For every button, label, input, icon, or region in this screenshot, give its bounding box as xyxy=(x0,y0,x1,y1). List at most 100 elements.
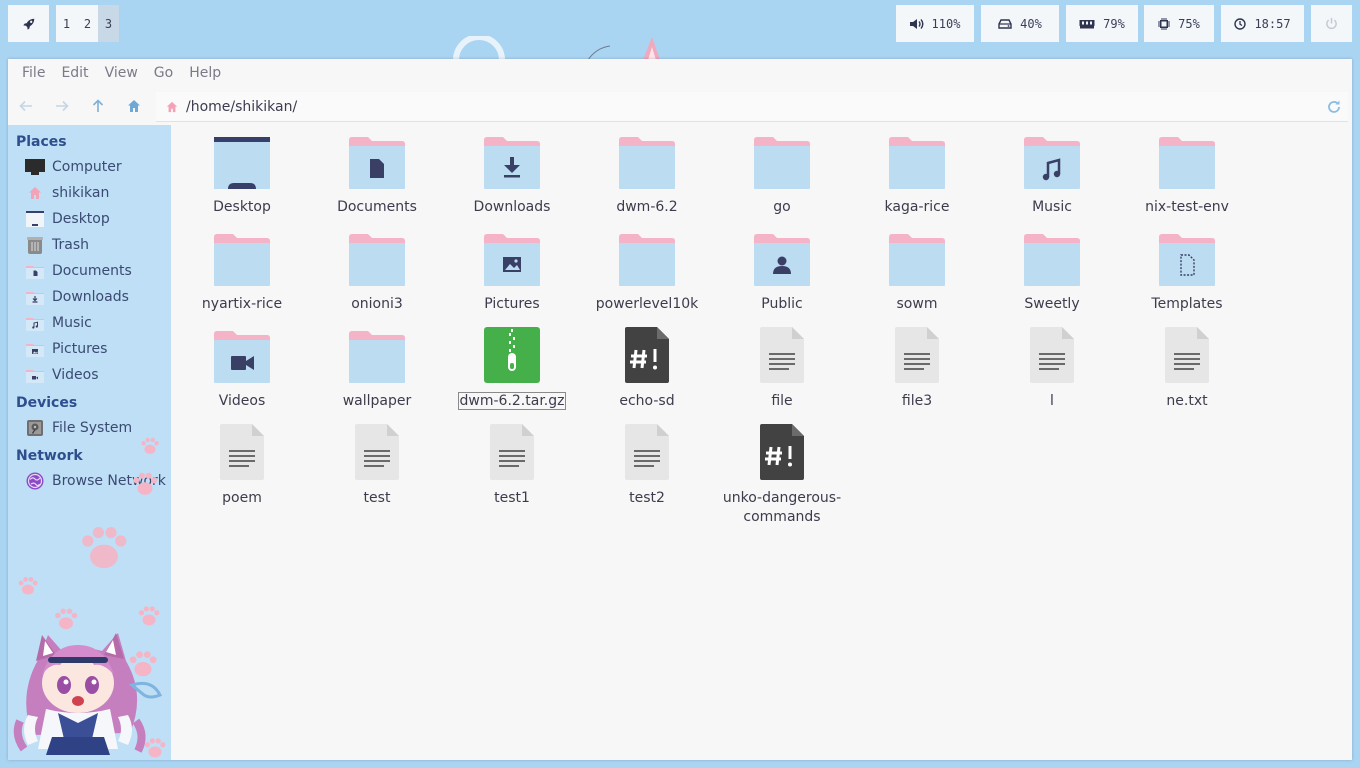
hard-drive-icon xyxy=(998,18,1012,29)
file-item[interactable]: echo-sd xyxy=(582,327,712,411)
public-folder-icon xyxy=(717,230,847,286)
file-item[interactable]: ne.txt xyxy=(1122,327,1252,411)
file-item[interactable]: Music xyxy=(987,133,1117,217)
workspace-2[interactable]: 2 xyxy=(77,5,98,42)
paw-print-decoration xyxy=(133,472,157,495)
clock-icon xyxy=(1234,17,1247,30)
file-name-text: dwm-6.2.tar.gz xyxy=(457,392,567,410)
file-item[interactable]: Public xyxy=(717,230,847,314)
file-name: file xyxy=(717,392,847,411)
file-name-text: Music xyxy=(1032,199,1072,215)
menu-help[interactable]: Help xyxy=(182,65,228,81)
file-item[interactable]: onioni3 xyxy=(312,230,442,314)
file-item[interactable]: file3 xyxy=(852,327,982,411)
power-icon xyxy=(1326,17,1337,30)
home-icon xyxy=(25,184,45,202)
file-name: go xyxy=(717,198,847,217)
sidebar-item-label: Music xyxy=(52,315,92,331)
sidebar-item-desktop[interactable]: Desktop xyxy=(8,206,171,232)
file-item[interactable]: Videos xyxy=(177,327,307,411)
documents-folder-icon xyxy=(25,262,45,280)
sidebar-item-pictures[interactable]: Pictures xyxy=(8,336,171,362)
folder-icon xyxy=(1122,133,1252,189)
sidebar-item-music[interactable]: Music xyxy=(8,310,171,336)
pictures-folder-icon xyxy=(447,230,577,286)
home-button[interactable] xyxy=(116,90,152,122)
up-button[interactable] xyxy=(80,90,116,122)
file-item[interactable]: file xyxy=(717,327,847,411)
file-name: Public xyxy=(717,295,847,314)
file-name: echo-sd xyxy=(582,392,712,411)
file-name: Documents xyxy=(312,198,442,217)
devices-header: Devices xyxy=(16,395,78,411)
cpu-indicator[interactable]: 75% xyxy=(1144,5,1214,42)
sidebar-item-trash[interactable]: Trash xyxy=(8,232,171,258)
refresh-icon[interactable] xyxy=(1326,99,1342,115)
menu-view[interactable]: View xyxy=(98,65,145,81)
file-item[interactable]: sowm xyxy=(852,230,982,314)
back-button[interactable] xyxy=(8,90,44,122)
file-item[interactable]: l xyxy=(987,327,1117,411)
file-item[interactable]: Desktop xyxy=(177,133,307,217)
cpu-value: 75% xyxy=(1178,16,1200,31)
file-name: test2 xyxy=(582,489,712,508)
file-name-text: dwm-6.2 xyxy=(616,199,678,215)
disk-indicator[interactable]: 40% xyxy=(981,5,1059,42)
file-name-text: echo-sd xyxy=(619,393,675,409)
file-item[interactable]: nyartix-rice xyxy=(177,230,307,314)
file-name-text: file3 xyxy=(901,393,933,409)
file-item[interactable]: Pictures xyxy=(447,230,577,314)
file-item[interactable]: unko-dangerous-commands xyxy=(717,424,847,527)
file-name: dwm-6.2 xyxy=(582,198,712,217)
file-name: Downloads xyxy=(447,198,577,217)
file-item[interactable]: kaga-rice xyxy=(852,133,982,217)
file-name-text: Videos xyxy=(218,393,266,409)
file-item[interactable]: Downloads xyxy=(447,133,577,217)
file-name-text: unko-dangerous-commands xyxy=(722,490,842,525)
file-item[interactable]: test1 xyxy=(447,424,577,508)
file-item[interactable]: Templates xyxy=(1122,230,1252,314)
music-folder-icon xyxy=(25,314,45,332)
menu-edit[interactable]: Edit xyxy=(54,65,95,81)
text-file-icon xyxy=(717,327,847,383)
location-bar[interactable]: /home/shikikan/ xyxy=(156,92,1348,122)
forward-button[interactable] xyxy=(44,90,80,122)
ram-indicator[interactable]: 79% xyxy=(1066,5,1138,42)
text-file-icon xyxy=(177,424,307,480)
file-item[interactable]: test xyxy=(312,424,442,508)
memory-icon xyxy=(1079,19,1095,28)
file-name-text: powerlevel10k xyxy=(595,296,699,312)
sidebar-item-computer[interactable]: Computer xyxy=(8,154,171,180)
file-name-text: Pictures xyxy=(484,296,540,312)
sidebar-item-downloads[interactable]: Downloads xyxy=(8,284,171,310)
sidebar-item-shikikan[interactable]: shikikan xyxy=(8,180,171,206)
downloads-folder-icon xyxy=(447,133,577,189)
file-item[interactable]: go xyxy=(717,133,847,217)
workspace-1[interactable]: 1 xyxy=(56,5,77,42)
file-item[interactable]: nix-test-env xyxy=(1122,133,1252,217)
clock[interactable]: 18:57 xyxy=(1221,5,1304,42)
file-item[interactable]: Sweetly xyxy=(987,230,1117,314)
file-item[interactable]: poem xyxy=(177,424,307,508)
workspace-3[interactable]: 3 xyxy=(98,5,119,42)
file-name-text: kaga-rice xyxy=(884,199,950,215)
home-icon xyxy=(128,100,140,112)
sidebar-item-videos[interactable]: Videos xyxy=(8,362,171,388)
file-item[interactable]: Documents xyxy=(312,133,442,217)
file-item[interactable]: powerlevel10k xyxy=(582,230,712,314)
file-item[interactable]: wallpaper xyxy=(312,327,442,411)
file-item[interactable]: dwm-6.2 xyxy=(582,133,712,217)
volume-indicator[interactable]: 110% xyxy=(896,5,974,42)
file-item[interactable]: test2 xyxy=(582,424,712,508)
menu-go[interactable]: Go xyxy=(147,65,180,81)
file-name: test xyxy=(312,489,442,508)
file-name: Pictures xyxy=(447,295,577,314)
menu-file[interactable]: File xyxy=(15,65,52,81)
power-button[interactable] xyxy=(1311,5,1352,42)
file-item[interactable]: dwm-6.2.tar.gz xyxy=(447,327,577,411)
sidebar-item-documents[interactable]: Documents xyxy=(8,258,171,284)
file-name-text: l xyxy=(1050,393,1054,409)
file-name: Videos xyxy=(177,392,307,411)
launcher-button[interactable] xyxy=(8,5,49,42)
desktop-icon xyxy=(177,133,307,189)
